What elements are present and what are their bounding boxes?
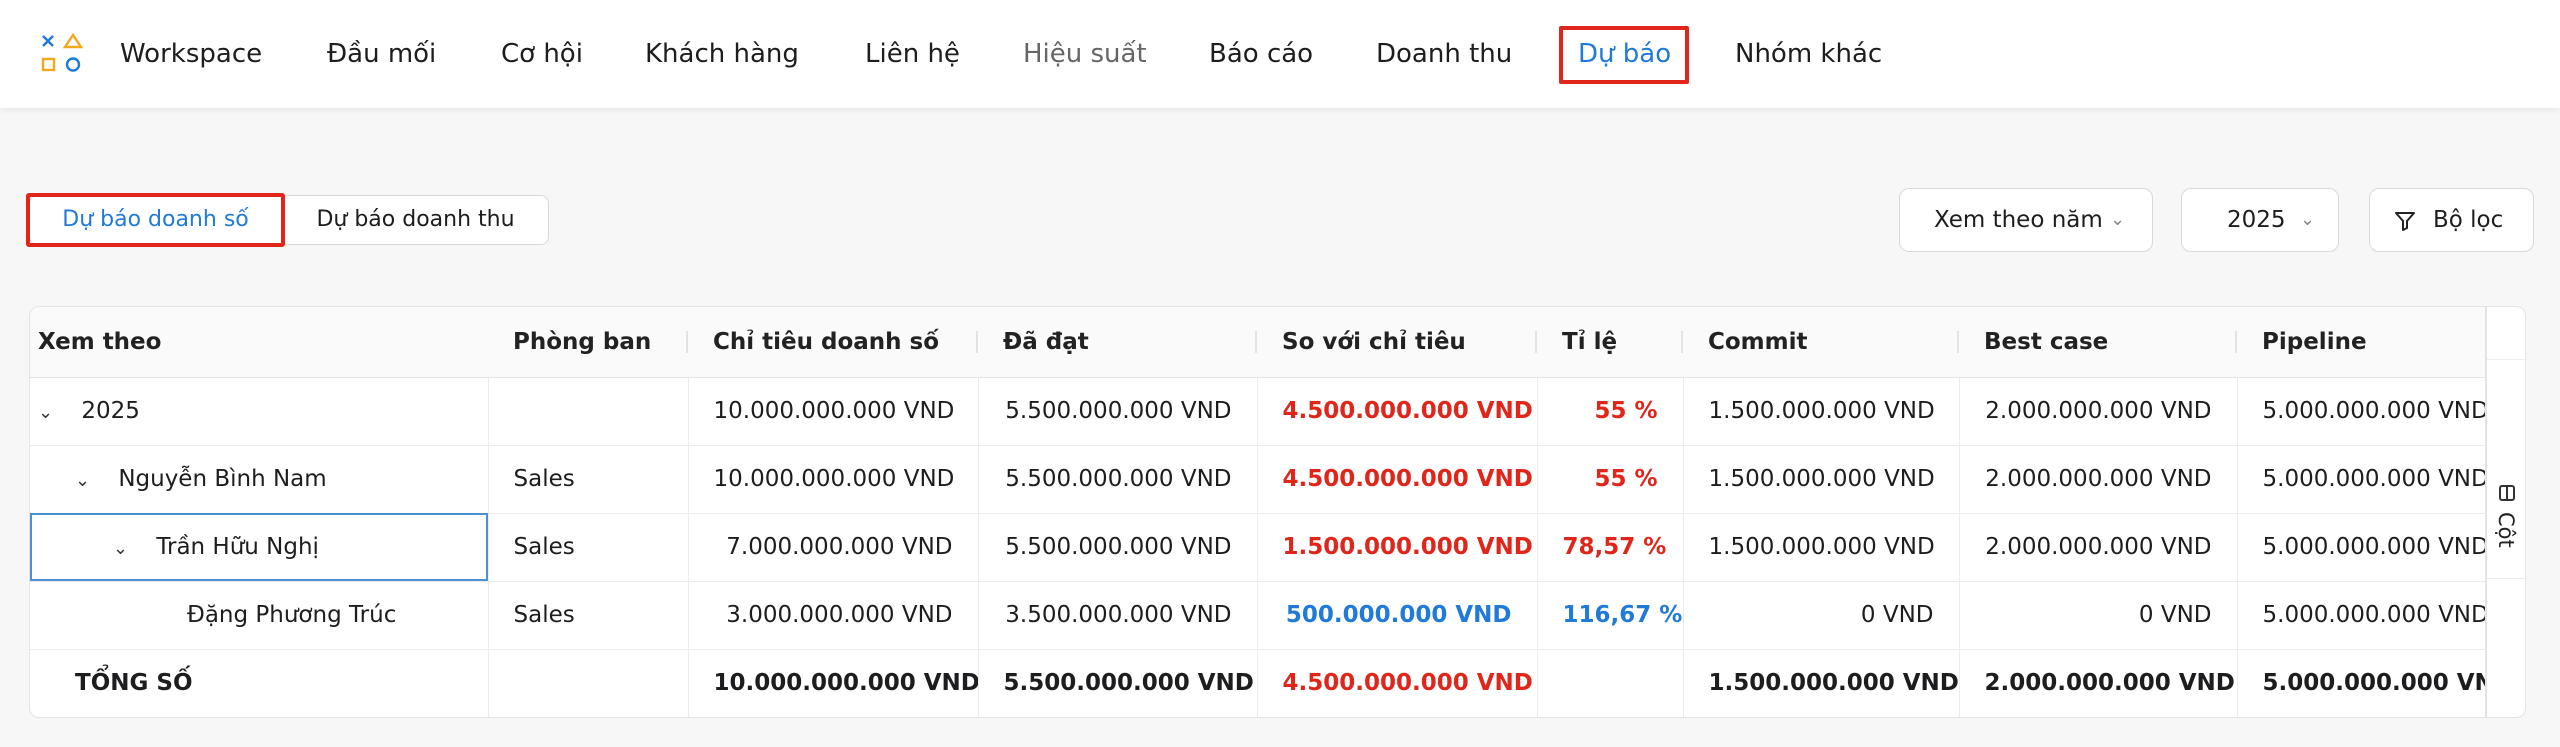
rate-cell: 55 % [1537,445,1684,514]
target-cell: 7.000.000.000 VND [688,513,979,582]
column-header[interactable]: Phòng ban [488,307,688,378]
pipeline-cell: 5.000.000.000 VND [2237,445,2485,514]
columns-panel-toggle[interactable]: Cột [2486,306,2527,718]
table-total-row: TỔNG SỐ 10.000.000.000 VND 5.500.000.000… [30,649,2485,717]
total-label-cell: TỔNG SỐ [30,649,489,717]
target-cell: 10.000.000.000 VND [688,445,979,514]
table-row[interactable]: Đặng Phương Trúc Sales 3.000.000.000 VND… [30,581,2485,650]
chevron-down-icon[interactable]: ⌄ [38,402,60,423]
best-case-cell: 2.000.000.000 VND [1959,445,2238,514]
achieved-cell: 3.500.000.000 VND [978,581,1258,650]
total-pipeline-cell: 5.000.000.000 VND [2237,649,2485,717]
chevron-down-icon: ⌄ [2300,209,2316,230]
table-header-row: Xem theo Phòng ban Chỉ tiêu doanh số Đã … [30,307,2485,378]
column-header[interactable]: Tỉ lệ [1537,307,1683,378]
achieved-cell: 5.500.000.000 VND [978,377,1258,446]
dept-cell: Sales [488,581,689,650]
chevron-down-icon[interactable]: ⌄ [75,470,97,491]
dept-cell [488,649,689,717]
achieved-cell: 5.500.000.000 VND [978,513,1258,582]
nav-item-bao-cao[interactable]: Báo cáo [1209,0,1313,108]
dept-cell [488,377,689,446]
best-case-cell: 2.000.000.000 VND [1959,513,2238,582]
commit-cell: 0 VND [1683,581,1960,650]
column-header[interactable]: Xem theo [30,307,488,378]
total-commit-cell: 1.500.000.000 VND [1683,649,1960,717]
total-achieved-cell: 5.500.000.000 VND [978,649,1258,717]
chevron-down-icon[interactable]: ⌄ [113,538,135,559]
nav-item-co-hoi[interactable]: Cơ hội [501,0,583,108]
nav-item-hieu-suat[interactable]: Hiệu suất [1023,0,1147,108]
nav-item-nhom-khac[interactable]: Nhóm khác [1735,0,1882,108]
view-by-select[interactable]: Xem theo năm ⌄ [1899,188,2153,252]
view-by-value: Xem theo năm [1934,207,2103,233]
diff-cell: 4.500.000.000 VND [1257,377,1538,446]
nav-item-doanh-thu[interactable]: Doanh thu [1376,0,1512,108]
nav-item-khach-hang[interactable]: Khách hàng [645,0,799,108]
column-header[interactable]: Pipeline [2237,307,2485,378]
best-case-cell: 2.000.000.000 VND [1959,377,2238,446]
columns-label: Cột [2494,512,2518,548]
column-header[interactable]: Best case [1959,307,2237,378]
chevron-down-icon: ⌄ [2110,209,2126,230]
commit-cell: 1.500.000.000 VND [1683,377,1960,446]
diff-cell: 4.500.000.000 VND [1257,445,1538,514]
row-name-cell[interactable]: ⌄ Nguyễn Bình Nam [30,445,489,514]
diff-cell: 1.500.000.000 VND [1257,513,1538,582]
columns-panel-inner: Cột [2487,359,2527,579]
row-name-cell[interactable]: ⌄ Trần Hữu Nghị [30,513,489,582]
pipeline-cell: 5.000.000.000 VND [2237,377,2485,446]
row-name-cell[interactable]: ⌄ 2025 [30,377,489,446]
commit-cell: 1.500.000.000 VND [1683,513,1960,582]
table-row[interactable]: ⌄ Nguyễn Bình Nam Sales 10.000.000.000 V… [30,445,2485,514]
total-diff-cell: 4.500.000.000 VND [1257,649,1538,717]
target-cell: 10.000.000.000 VND [688,377,979,446]
pipeline-cell: 5.000.000.000 VND [2237,513,2485,582]
year-value: 2025 [2227,207,2286,233]
column-header[interactable]: Commit [1683,307,1959,378]
rate-cell: 116,67 % [1537,581,1684,650]
row-name-cell[interactable]: Đặng Phương Trúc [30,581,489,650]
nav-item-du-bao[interactable]: Dự báo [1578,0,1671,108]
table-row[interactable]: ⌄ 2025 10.000.000.000 VND 5.500.000.000 … [30,377,2485,446]
tab-du-bao-doanh-thu[interactable]: Dự báo doanh thu [282,195,549,245]
rate-cell: 78,57 % [1537,513,1684,582]
nav-item-dau-moi[interactable]: Đầu mối [327,0,436,108]
best-case-cell: 0 VND [1959,581,2238,650]
column-header[interactable]: Đã đạt [978,307,1257,378]
top-navigation: Workspace Đầu mối Cơ hội Khách hàng Liên… [0,0,2560,108]
columns-icon [2499,485,2515,501]
total-target-cell: 10.000.000.000 VND [688,649,979,717]
filter-label: Bộ lọc [2433,207,2504,233]
diff-cell: 500.000.000 VND [1257,581,1538,650]
app-logo-icon[interactable] [40,33,84,75]
achieved-cell: 5.500.000.000 VND [978,445,1258,514]
column-header[interactable]: Chỉ tiêu doanh số [688,307,978,378]
nav-item-workspace[interactable]: Workspace [120,0,262,108]
column-header[interactable]: So với chỉ tiêu [1257,307,1537,378]
pipeline-cell: 5.000.000.000 VND [2237,581,2485,650]
rate-cell: 55 % [1537,377,1684,446]
target-cell: 3.000.000.000 VND [688,581,979,650]
filter-button[interactable]: Bộ lọc [2369,188,2534,252]
nav-item-lien-he[interactable]: Liên hệ [865,0,960,108]
dept-cell: Sales [488,445,689,514]
dept-cell: Sales [488,513,689,582]
year-select[interactable]: 2025 ⌄ [2181,188,2339,252]
total-rate-cell [1537,649,1684,717]
commit-cell: 1.500.000.000 VND [1683,445,1960,514]
tab-du-bao-doanh-so[interactable]: Dự báo doanh số [29,195,282,245]
forecast-table: Xem theo Phòng ban Chỉ tiêu doanh số Đã … [29,306,2486,718]
table-row[interactable]: ⌄ Trần Hữu Nghị Sales 7.000.000.000 VND … [30,513,2485,582]
total-best-case-cell: 2.000.000.000 VND [1959,649,2238,717]
filter-icon [2395,212,2415,231]
